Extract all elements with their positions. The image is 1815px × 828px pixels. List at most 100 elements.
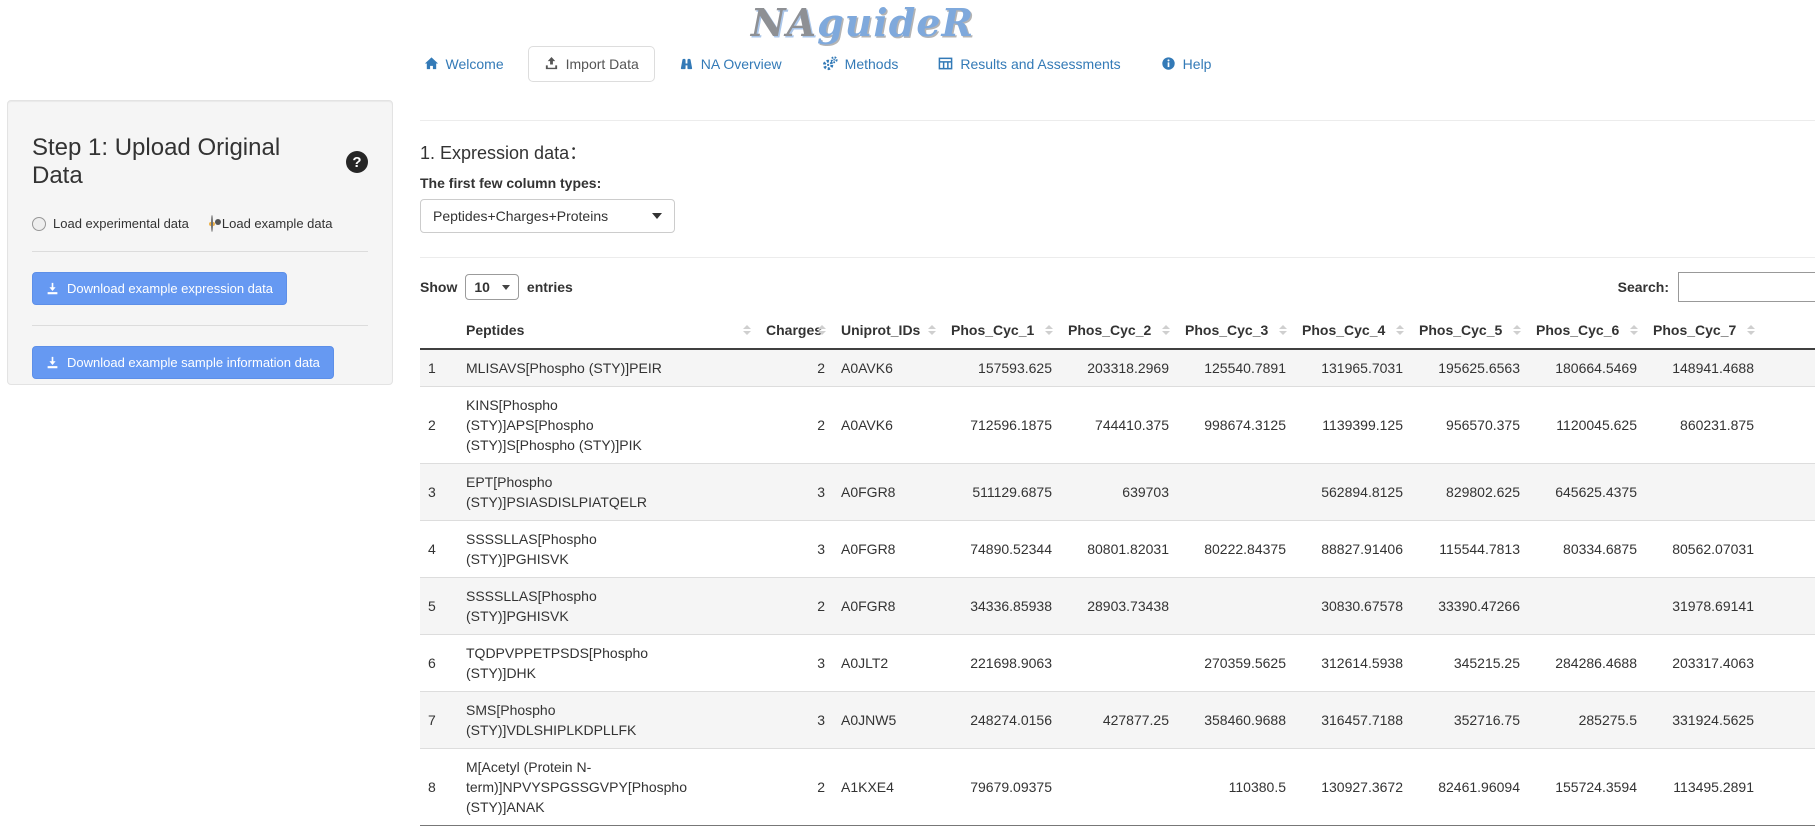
column-header-phos_cyc_4[interactable]: Phos_Cyc_4: [1294, 312, 1411, 349]
chevron-down-icon: [502, 285, 510, 290]
expression-data-title: 1. Expression data：: [420, 139, 1815, 165]
cell-phos_cyc_4: 130927.3672: [1294, 749, 1411, 826]
cell-row-index: 3: [420, 464, 458, 521]
question-circle-icon[interactable]: [346, 151, 368, 173]
main-nav: Welcome Import Data NA Overview Methods …: [0, 46, 1725, 82]
download-sample-info-label: Download example sample information data: [67, 355, 320, 370]
cell-phos_cyc_4: 312614.5938: [1294, 635, 1411, 692]
cell-filler: [1762, 387, 1815, 464]
sort-desc-icon: [1396, 331, 1404, 335]
tab-label: Help: [1183, 56, 1212, 72]
sort-icon: [1513, 325, 1521, 335]
tab-welcome[interactable]: Welcome: [408, 46, 520, 82]
column-header-phos_cyc_7[interactable]: Phos_Cyc_7: [1645, 312, 1762, 349]
radio-circle-selected[interactable]: [211, 215, 213, 232]
download-expression-label: Download example expression data: [67, 281, 273, 296]
column-header-peptides[interactable]: Peptides: [458, 312, 758, 349]
sort-icon: [1396, 325, 1404, 335]
cell-phos_cyc_3: [1177, 578, 1294, 635]
sort-desc-icon: [1045, 331, 1053, 335]
home-icon: [424, 56, 439, 71]
cell-phos_cyc_3: 80222.84375: [1177, 521, 1294, 578]
sort-asc-icon: [743, 325, 751, 329]
cell-phos_cyc_7: 80562.07031: [1645, 521, 1762, 578]
search-control: Search:: [1618, 272, 1815, 302]
column-header-phos_cyc_6[interactable]: Phos_Cyc_6: [1528, 312, 1645, 349]
sort-desc-icon: [743, 331, 751, 335]
table-row: 7SMS[Phospho (STY)]VDLSHIPLKDPLLFK3A0JNW…: [420, 692, 1815, 749]
cell-phos_cyc_5: 956570.375: [1411, 387, 1528, 464]
cell-phos_cyc_6: 285275.5: [1528, 692, 1645, 749]
column-header-uniprot_ids[interactable]: Uniprot_IDs: [833, 312, 943, 349]
cell-charges: 2: [758, 387, 833, 464]
divider: [32, 325, 368, 326]
show-label: Show: [420, 279, 457, 295]
cell-phos_cyc_3: 270359.5625: [1177, 635, 1294, 692]
cell-phos_cyc_7: [1645, 464, 1762, 521]
cell-phos_cyc_4: 1139399.125: [1294, 387, 1411, 464]
cell-phos_cyc_2: [1060, 749, 1177, 826]
cell-phos_cyc_6: 645625.4375: [1528, 464, 1645, 521]
cell-uniprot-id: A0FGR8: [833, 521, 943, 578]
cell-phos_cyc_1: 511129.6875: [943, 464, 1060, 521]
divider: [420, 120, 1815, 121]
column-header-phos_cyc_1[interactable]: Phos_Cyc_1: [943, 312, 1060, 349]
column-header-label: Phos_Cyc_2: [1068, 322, 1151, 338]
sort-desc-icon: [1630, 331, 1638, 335]
column-header-phos_cyc_5[interactable]: Phos_Cyc_5: [1411, 312, 1528, 349]
cell-phos_cyc_5: 195625.6563: [1411, 349, 1528, 387]
column-types-select[interactable]: Peptides+Charges+Proteins: [420, 199, 675, 233]
cell-filler: [1762, 635, 1815, 692]
cell-phos_cyc_3: 358460.9688: [1177, 692, 1294, 749]
gears-icon: [822, 56, 838, 71]
cell-charges: 2: [758, 749, 833, 826]
sort-desc-icon: [928, 331, 936, 335]
radio-circle[interactable]: [32, 217, 46, 231]
entries-select[interactable]: 10: [465, 274, 519, 300]
cell-phos_cyc_1: 712596.1875: [943, 387, 1060, 464]
cell-row-index: 7: [420, 692, 458, 749]
sort-desc-icon: [1162, 331, 1170, 335]
column-header-label: Phos_Cyc_1: [951, 322, 1034, 338]
tab-label: Import Data: [566, 56, 639, 72]
table-row: 8M[Acetyl (Protein N- term)]NPVYSPGSSGVP…: [420, 749, 1815, 826]
table-header-row: PeptidesChargesUniprot_IDs Phos_Cyc_1 Phos…: [420, 312, 1815, 349]
sort-asc-icon: [1162, 325, 1170, 329]
cell-phos_cyc_7: 148941.4688: [1645, 349, 1762, 387]
radio-load-example[interactable]: Load example data: [209, 216, 333, 231]
column-header-label: Phos_Cyc_7: [1653, 322, 1736, 338]
table-row: 5SSSSLLAS[Phospho (STY)]PGHISVK2A0FGR834…: [420, 578, 1815, 635]
download-expression-button[interactable]: Download example expression data: [32, 272, 287, 305]
cell-uniprot-id: A0JNW5: [833, 692, 943, 749]
cell-phos_cyc_6: 284286.4688: [1528, 635, 1645, 692]
cell-phos_cyc_1: 221698.9063: [943, 635, 1060, 692]
tab-results-assessments[interactable]: Results and Assessments: [922, 46, 1136, 82]
tab-methods[interactable]: Methods: [806, 46, 915, 82]
sort-desc-icon: [1513, 331, 1521, 335]
column-header-charges[interactable]: Charges: [758, 312, 833, 349]
tab-import-data[interactable]: Import Data: [528, 46, 655, 82]
cell-row-index: 8: [420, 749, 458, 826]
sort-icon: [743, 325, 751, 335]
sort-icon: [928, 325, 936, 335]
search-input[interactable]: [1678, 272, 1815, 302]
tab-na-overview[interactable]: NA Overview: [663, 46, 798, 82]
cell-phos_cyc_2: 203318.2969: [1060, 349, 1177, 387]
cell-peptide: KINS[Phospho (STY)]APS[Phospho (STY)]S[P…: [458, 387, 758, 464]
divider: [32, 251, 368, 252]
radio-load-experimental[interactable]: Load experimental data: [32, 216, 189, 231]
cell-row-index: 2: [420, 387, 458, 464]
tab-help[interactable]: Help: [1145, 46, 1228, 82]
cell-phos_cyc_1: 74890.52344: [943, 521, 1060, 578]
entries-label: entries: [527, 279, 573, 295]
cell-filler: [1762, 692, 1815, 749]
download-sample-info-button[interactable]: Download example sample information data: [32, 346, 334, 379]
column-header-filler: [1762, 312, 1815, 349]
cell-phos_cyc_2: 639703: [1060, 464, 1177, 521]
cell-phos_cyc_6: [1528, 578, 1645, 635]
column-header-phos_cyc_3[interactable]: Phos_Cyc_3: [1177, 312, 1294, 349]
cell-phos_cyc_1: 79679.09375: [943, 749, 1060, 826]
column-header-phos_cyc_2[interactable]: Phos_Cyc_2: [1060, 312, 1177, 349]
table-body: 1MLISAVS[Phospho (STY)]PEIR2A0AVK6157593…: [420, 349, 1815, 826]
cell-filler: [1762, 749, 1815, 826]
